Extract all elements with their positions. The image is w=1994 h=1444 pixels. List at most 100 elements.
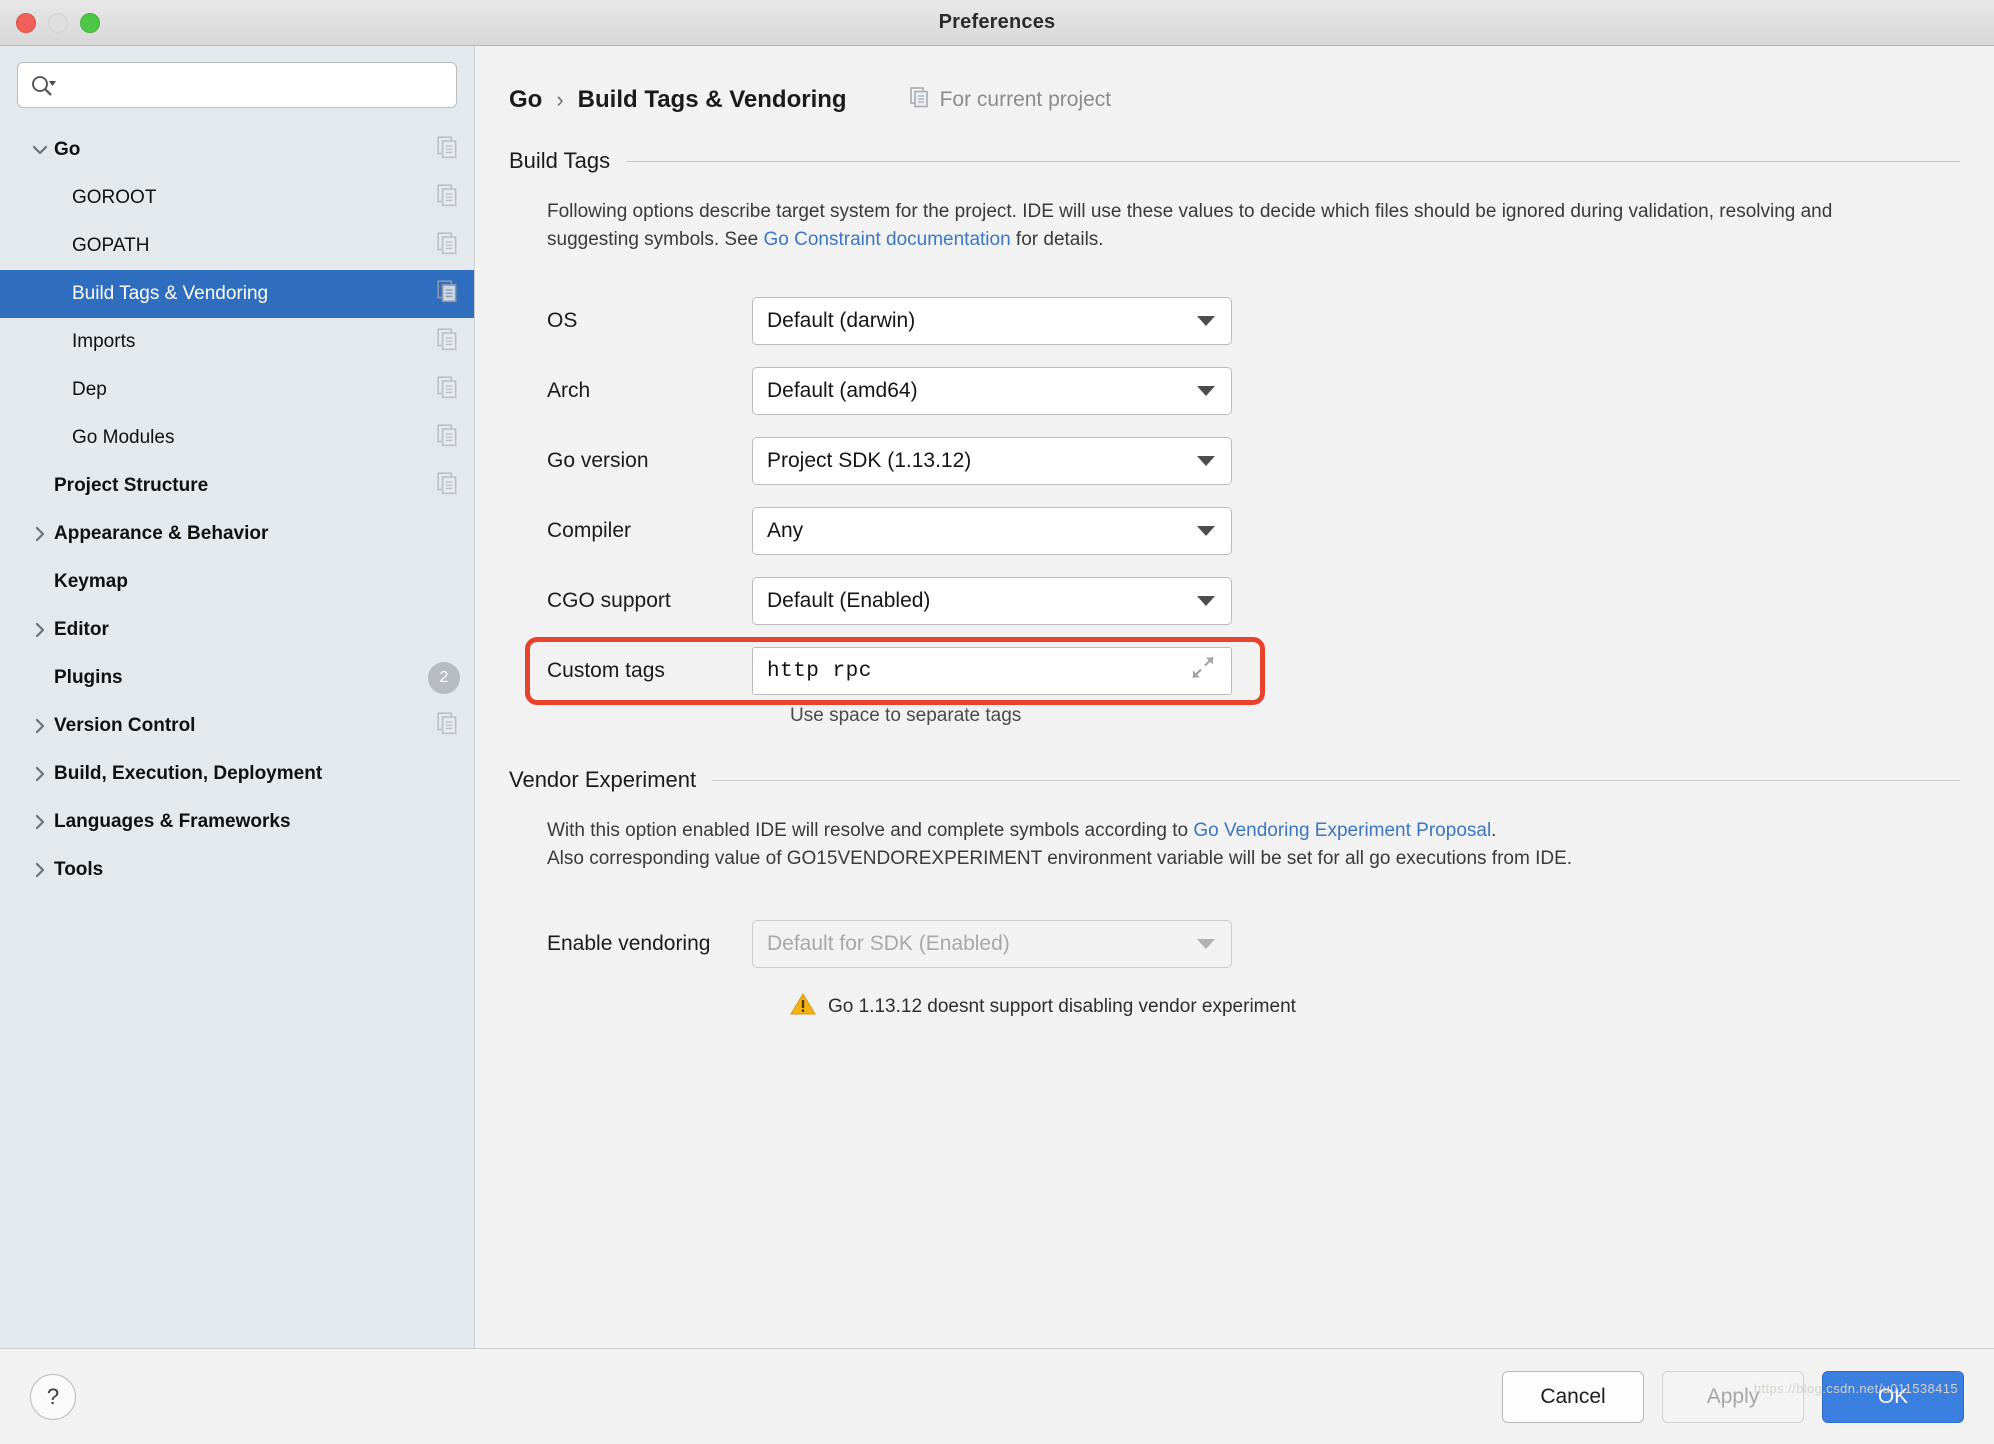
chevron-right-icon[interactable]	[26, 620, 54, 640]
vendor-desc-part1: With this option enabled IDE will resolv…	[547, 820, 1194, 842]
chevron-down-icon	[1197, 932, 1215, 956]
custom-tags-group: Custom tags http rpc	[525, 637, 1960, 706]
go-version-select[interactable]: Project SDK (1.13.12)	[752, 437, 1232, 486]
custom-tags-hint: Use space to separate tags	[790, 705, 1022, 727]
sidebar-item-dep[interactable]: Dep	[0, 366, 474, 414]
sidebar-item-label: Build Tags & Vendoring	[72, 283, 269, 304]
apply-button: Apply	[1662, 1370, 1804, 1423]
sidebar-item-label: GOROOT	[72, 187, 157, 208]
build-tags-title: Build Tags	[509, 148, 611, 173]
sidebar-item-label: Editor	[54, 619, 109, 640]
arch-select[interactable]: Default (amd64)	[752, 367, 1232, 416]
chevron-right-icon[interactable]	[26, 524, 54, 544]
sidebar-item-go-modules[interactable]: Go Modules	[0, 414, 474, 462]
scope-label: For current project	[939, 88, 1112, 111]
preferences-window: Preferences Go GOROOT GOPATH Build Tags & V	[0, 0, 1994, 1444]
go-vendoring-proposal-link[interactable]: Go Vendoring Experiment Proposal	[1193, 820, 1491, 841]
sidebar-item-goroot[interactable]: GOROOT	[0, 174, 474, 222]
chevron-right-icon[interactable]	[26, 860, 54, 880]
sidebar-item-label: Languages & Frameworks	[54, 811, 291, 832]
chevron-right-icon[interactable]	[26, 764, 54, 784]
copy-settings-icon	[909, 86, 931, 114]
breadcrumb-leaf: Build Tags & Vendoring	[577, 86, 847, 113]
chevron-down-icon[interactable]	[26, 140, 54, 160]
enable-vendoring-select[interactable]: Default for SDK (Enabled)	[752, 920, 1232, 969]
warning-icon	[790, 992, 816, 1022]
description-text-part2: for details.	[1010, 228, 1104, 250]
sidebar-item-label: Version Control	[54, 715, 196, 736]
chevron-down-icon	[1197, 589, 1215, 613]
chevron-right-icon[interactable]	[26, 716, 54, 736]
chevron-down-icon	[1197, 379, 1215, 403]
sidebar-item-tools[interactable]: Tools	[0, 846, 474, 894]
sidebar-item-go[interactable]: Go	[0, 126, 474, 174]
settings-tree: Go GOROOT GOPATH Build Tags & Vendoring Impo…	[0, 122, 474, 1348]
sidebar-item-gopath[interactable]: GOPATH	[0, 222, 474, 270]
section-divider	[712, 779, 1960, 781]
minimize-window-button[interactable]	[48, 13, 68, 33]
sidebar-item-label: Go	[54, 139, 81, 160]
go-version-value: Project SDK (1.13.12)	[767, 449, 972, 473]
go-version-label: Go version	[547, 449, 649, 473]
section-divider	[626, 160, 1960, 162]
close-window-button[interactable]	[16, 13, 36, 33]
vendor-desc-line2: Also corresponding value of GO15VENDOREX…	[547, 847, 1573, 869]
sidebar-item-languages-frameworks[interactable]: Languages & Frameworks	[0, 798, 474, 846]
cancel-button[interactable]: Cancel	[1502, 1370, 1644, 1423]
sidebar-item-label: GOPATH	[72, 235, 150, 256]
copy-settings-icon[interactable]	[436, 183, 460, 213]
sidebar-item-label: Plugins	[54, 667, 123, 688]
build-tags-header: Build Tags	[509, 148, 1960, 174]
arch-row: Arch Default (amd64)	[547, 363, 1960, 419]
compiler-select[interactable]: Any	[752, 507, 1232, 556]
sidebar-item-editor[interactable]: Editor	[0, 606, 474, 654]
sidebar-item-build-execution-deployment[interactable]: Build, Execution, Deployment	[0, 750, 474, 798]
custom-tags-input[interactable]: http rpc	[752, 647, 1232, 696]
compiler-value: Any	[767, 519, 804, 543]
cgo-support-select[interactable]: Default (Enabled)	[752, 577, 1232, 626]
copy-settings-icon[interactable]	[436, 135, 460, 165]
compiler-label: Compiler	[547, 519, 632, 543]
help-button[interactable]: ?	[30, 1373, 76, 1420]
build-tags-description: Following options describe target system…	[509, 198, 1929, 253]
sidebar-item-label: Appearance & Behavior	[54, 523, 269, 544]
copy-settings-icon[interactable]	[436, 327, 460, 357]
sidebar: Go GOROOT GOPATH Build Tags & Vendoring Impo…	[0, 46, 475, 1348]
copy-settings-icon[interactable]	[436, 375, 460, 405]
warning-text: Go 1.13.12 doesnt support disabling vend…	[828, 996, 1296, 1018]
sidebar-item-version-control[interactable]: Version Control	[0, 702, 474, 750]
sidebar-item-build-tags-vendoring[interactable]: Build Tags & Vendoring	[0, 270, 474, 318]
os-select[interactable]: Default (darwin)	[752, 297, 1232, 346]
search-box[interactable]	[17, 62, 457, 108]
chevron-right-icon[interactable]	[26, 812, 54, 832]
description-text-part1: Following options describe target system…	[547, 201, 1833, 250]
cgo-support-value: Default (Enabled)	[767, 589, 931, 613]
watermark: https://blog.csdn.net/u011538415	[1753, 1381, 1958, 1396]
go-constraint-documentation-link[interactable]: Go Constraint documentation	[764, 229, 1011, 250]
cgo-support-row: CGO support Default (Enabled)	[547, 573, 1960, 629]
sidebar-item-label: Imports	[72, 331, 136, 352]
sidebar-item-label: Go Modules	[72, 427, 175, 448]
chevron-down-icon	[1197, 309, 1215, 333]
sidebar-item-keymap[interactable]: Keymap	[0, 558, 474, 606]
copy-settings-icon[interactable]	[436, 471, 460, 501]
vendor-experiment-header: Vendor Experiment	[509, 767, 1960, 793]
maximize-window-button[interactable]	[80, 13, 100, 33]
search-input[interactable]	[64, 75, 444, 95]
breadcrumb-root[interactable]: Go	[509, 86, 542, 114]
custom-tags-label: Custom tags	[547, 659, 665, 683]
copy-settings-icon[interactable]	[436, 231, 460, 261]
window-body: Go GOROOT GOPATH Build Tags & Vendoring Impo…	[0, 46, 1994, 1348]
copy-settings-icon[interactable]	[436, 711, 460, 741]
sidebar-item-project-structure[interactable]: Project Structure	[0, 462, 474, 510]
sidebar-item-appearance-behavior[interactable]: Appearance & Behavior	[0, 510, 474, 558]
sidebar-item-plugins[interactable]: Plugins 2	[0, 654, 474, 702]
copy-settings-icon[interactable]	[436, 423, 460, 453]
os-value: Default (darwin)	[767, 309, 916, 333]
ok-button[interactable]: OK	[1822, 1370, 1964, 1423]
copy-settings-icon[interactable]	[436, 279, 460, 309]
expand-editor-icon[interactable]	[1189, 654, 1217, 689]
plugins-update-badge: 2	[428, 662, 460, 694]
sidebar-item-imports[interactable]: Imports	[0, 318, 474, 366]
main-panel: Go › Build Tags & Vendoring For current …	[475, 46, 1994, 1348]
